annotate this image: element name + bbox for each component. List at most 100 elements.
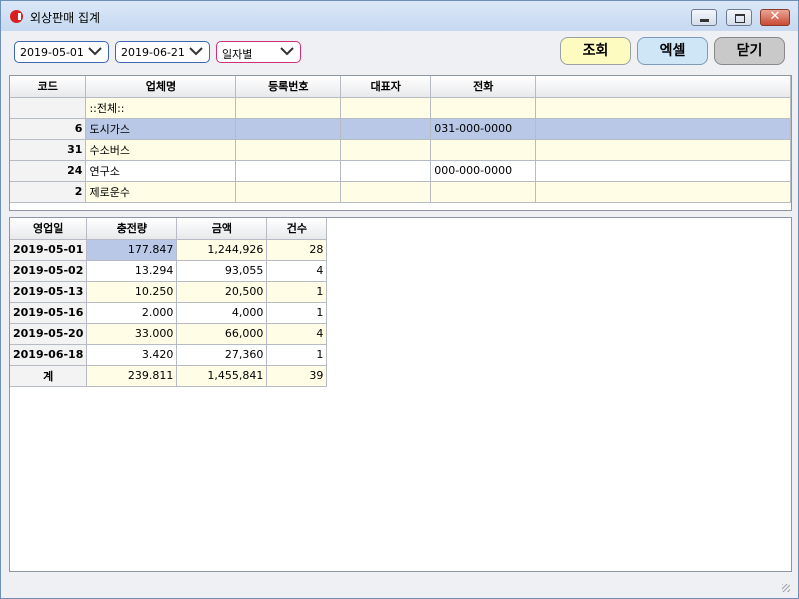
table-row[interactable]: 2019-05-13 10.250 20,500 1 <box>10 281 328 303</box>
vendor-reg[interactable] <box>235 160 342 182</box>
vendor-phone[interactable] <box>430 139 537 161</box>
vendor-code[interactable]: 24 <box>10 160 87 182</box>
table-row[interactable]: 2019-06-18 3.420 27,360 1 <box>10 344 328 366</box>
table-row[interactable]: 24 연구소 000-000-0000 <box>10 160 791 182</box>
column-header-date[interactable]: 영업일 <box>10 218 88 240</box>
total-label: 계 <box>10 365 88 387</box>
search-button[interactable]: 조회 <box>560 37 631 65</box>
resize-grip-icon[interactable] <box>782 584 790 592</box>
column-header-name[interactable]: 업체명 <box>85 76 237 98</box>
row-date[interactable]: 2019-05-01 <box>10 239 88 261</box>
vendor-rep[interactable] <box>340 160 432 182</box>
table-row[interactable]: 2019-05-01 177.847 1,244,926 28 <box>10 239 328 261</box>
vendor-phone[interactable] <box>430 97 537 119</box>
end-date-select[interactable]: 2019-06-21 <box>115 41 210 63</box>
filler-cell <box>535 181 791 203</box>
minimize-icon <box>700 19 709 22</box>
vendor-name[interactable]: 수소버스 <box>85 139 237 161</box>
row-count[interactable]: 4 <box>266 260 328 282</box>
table-row[interactable]: 2019-05-20 33.000 66,000 4 <box>10 323 328 345</box>
vendor-name[interactable]: 연구소 <box>85 160 237 182</box>
filler-cell <box>535 118 791 140</box>
row-amount[interactable]: 27,360 <box>176 344 268 366</box>
window-title: 외상판매 집계 <box>30 11 101 25</box>
vendor-rep[interactable] <box>340 118 432 140</box>
end-date-value: 2019-06-21 <box>121 46 185 59</box>
status-bar <box>9 574 792 594</box>
row-date[interactable]: 2019-05-13 <box>10 281 88 303</box>
minimize-button[interactable] <box>691 9 717 26</box>
total-amount[interactable]: 1,455,841 <box>176 365 268 387</box>
vendor-name[interactable]: 도시가스 <box>85 118 237 140</box>
maximize-icon <box>735 14 745 23</box>
row-count[interactable]: 1 <box>266 281 328 303</box>
vendor-reg[interactable] <box>235 181 342 203</box>
row-amount[interactable]: 93,055 <box>176 260 268 282</box>
vendor-grid[interactable]: 코드 업체명 등록번호 대표자 전화 ::전체:: 6 도시가스 031-000… <box>9 75 792 211</box>
column-header-count[interactable]: 건수 <box>266 218 328 240</box>
row-count[interactable]: 1 <box>266 302 328 324</box>
vendor-reg[interactable] <box>235 118 342 140</box>
column-header-reg[interactable]: 등록번호 <box>235 76 342 98</box>
row-date[interactable]: 2019-05-20 <box>10 323 88 345</box>
row-count[interactable]: 1 <box>266 344 328 366</box>
row-qty[interactable]: 33.000 <box>86 323 178 345</box>
mode-select[interactable]: 일자별 <box>216 41 301 63</box>
table-row[interactable]: 2019-05-16 2.000 4,000 1 <box>10 302 328 324</box>
row-amount[interactable]: 1,244,926 <box>176 239 268 261</box>
column-header-code[interactable]: 코드 <box>10 76 87 98</box>
row-qty[interactable]: 2.000 <box>86 302 178 324</box>
row-amount[interactable]: 66,000 <box>176 323 268 345</box>
row-qty[interactable]: 10.250 <box>86 281 178 303</box>
filler-cell <box>535 139 791 161</box>
vendor-code[interactable]: 31 <box>10 139 87 161</box>
row-qty[interactable]: 13.294 <box>86 260 178 282</box>
column-header-qty[interactable]: 충전량 <box>86 218 178 240</box>
vendor-reg[interactable] <box>235 139 342 161</box>
vendor-code[interactable]: 6 <box>10 118 87 140</box>
start-date-select[interactable]: 2019-05-01 <box>14 41 109 63</box>
row-date[interactable]: 2019-06-18 <box>10 344 88 366</box>
table-row[interactable]: ::전체:: <box>10 97 791 119</box>
row-amount[interactable]: 20,500 <box>176 281 268 303</box>
row-count[interactable]: 4 <box>266 323 328 345</box>
column-header-amount[interactable]: 금액 <box>176 218 268 240</box>
row-qty[interactable]: 3.420 <box>86 344 178 366</box>
close-icon: ✕ <box>769 9 781 24</box>
vendor-phone[interactable]: 000-000-0000 <box>430 160 537 182</box>
vendor-phone[interactable]: 031-000-0000 <box>430 118 537 140</box>
vendor-phone[interactable] <box>430 181 537 203</box>
vendor-rep[interactable] <box>340 139 432 161</box>
table-row[interactable]: 2 제로운수 <box>10 181 791 203</box>
row-date[interactable]: 2019-05-02 <box>10 260 88 282</box>
total-count[interactable]: 39 <box>266 365 328 387</box>
app-logo-icon <box>10 10 23 23</box>
vendor-reg[interactable] <box>235 97 342 119</box>
start-date-value: 2019-05-01 <box>20 46 84 59</box>
total-qty[interactable]: 239.811 <box>86 365 178 387</box>
close-window-button[interactable]: ✕ <box>760 9 790 26</box>
vendor-name[interactable]: ::전체:: <box>85 97 237 119</box>
title-bar[interactable]: 외상판매 집계 ✕ <box>1 1 798 31</box>
total-row[interactable]: 계 239.811 1,455,841 39 <box>10 365 328 387</box>
vendor-code[interactable]: 2 <box>10 181 87 203</box>
table-row[interactable]: 31 수소버스 <box>10 139 791 161</box>
summary-grid[interactable]: 영업일 충전량 금액 건수 2019-05-01 177.847 1,244,9… <box>9 217 792 572</box>
vendor-name[interactable]: 제로운수 <box>85 181 237 203</box>
toolbar: 2019-05-01 2019-06-21 일자별 조회 엑셀 닫기 <box>9 31 790 74</box>
maximize-button[interactable] <box>726 9 752 26</box>
column-header-phone[interactable]: 전화 <box>430 76 537 98</box>
row-qty[interactable]: 177.847 <box>86 239 178 261</box>
row-count[interactable]: 28 <box>266 239 328 261</box>
row-amount[interactable]: 4,000 <box>176 302 268 324</box>
excel-button[interactable]: 엑셀 <box>637 37 708 65</box>
vendor-rep[interactable] <box>340 97 432 119</box>
vendor-rep[interactable] <box>340 181 432 203</box>
close-button[interactable]: 닫기 <box>714 37 785 65</box>
row-date[interactable]: 2019-05-16 <box>10 302 88 324</box>
table-row[interactable]: 2019-05-02 13.294 93,055 4 <box>10 260 328 282</box>
table-row[interactable]: 6 도시가스 031-000-0000 <box>10 118 791 140</box>
vendor-code[interactable] <box>10 97 87 119</box>
main-window: 외상판매 집계 ✕ 2019-05-01 2019-06-21 일자별 조회 엑… <box>0 0 799 599</box>
column-header-rep[interactable]: 대표자 <box>340 76 432 98</box>
